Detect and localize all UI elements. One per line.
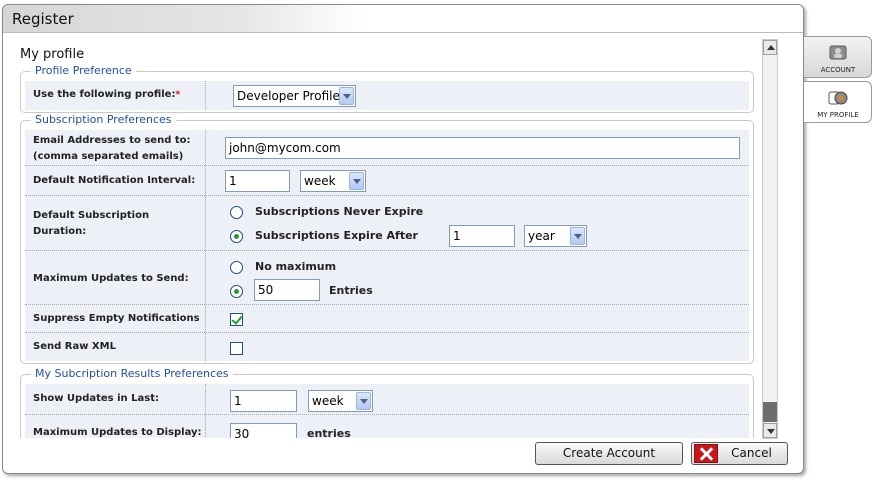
form-scroll-area: My profile Profile Preference Use the fo… — [3, 34, 758, 438]
expire-after-radio[interactable] — [230, 230, 243, 243]
tab-account[interactable]: ACCOUNT — [804, 36, 872, 78]
interval-unit-value: week — [304, 174, 336, 188]
never-expire-radio[interactable] — [230, 206, 243, 219]
email-input[interactable]: john@mycom.com — [225, 137, 740, 159]
use-profile-label: Use the following profile: — [33, 89, 176, 100]
chevron-down-icon — [349, 172, 364, 190]
no-maximum-label: No maximum — [255, 260, 337, 273]
tab-account-label: ACCOUNT — [820, 66, 856, 74]
max-display-row: Maximum Updates to Display: 30 entries — [25, 415, 749, 438]
profile-preference-legend: Profile Preference — [31, 64, 136, 78]
entries-label: Entries — [329, 284, 373, 297]
cancel-button-label: Cancel — [731, 446, 772, 460]
never-expire-label: Subscriptions Never Expire — [255, 205, 424, 218]
suppress-row: Suppress Empty Notifications — [25, 305, 749, 333]
max-updates-input[interactable]: 50 — [254, 279, 320, 301]
account-icon — [829, 45, 847, 60]
max-value-radio[interactable] — [230, 285, 243, 298]
show-updates-label: Show Updates in Last: — [33, 393, 159, 404]
show-updates-unit-value: week — [312, 394, 344, 408]
show-updates-unit-select[interactable]: week — [308, 390, 373, 412]
raw-xml-row: Send Raw XML — [25, 333, 749, 361]
profile-row: Use the following profile:* Developer Pr… — [25, 81, 749, 110]
dialog-title: Register — [3, 5, 803, 33]
no-maximum-radio[interactable] — [230, 261, 243, 274]
suppress-checkbox[interactable] — [230, 313, 243, 326]
suppress-label: Suppress Empty Notifications — [33, 313, 200, 324]
tab-my-profile[interactable]: MY PROFILE — [804, 81, 872, 123]
email-hint: (comma separated emails) — [33, 151, 184, 162]
expire-unit-select[interactable]: year — [524, 225, 587, 247]
interval-input[interactable]: 1 — [225, 170, 290, 192]
scrollbar-thumb[interactable] — [763, 402, 777, 422]
profile-select-value: Developer Profile — [237, 89, 340, 103]
subscription-preferences-legend: Subscription Preferences — [31, 113, 176, 127]
vertical-scrollbar[interactable] — [762, 39, 778, 439]
profile-select[interactable]: Developer Profile — [233, 85, 356, 107]
page-title: My profile — [20, 47, 85, 62]
results-preferences-legend: My Subcription Results Preferences — [31, 367, 233, 381]
email-row: Email Addresses to send to: (comma separ… — [25, 130, 749, 166]
register-dialog: Register My profile Profile Preference U… — [2, 4, 804, 474]
max-display-input[interactable]: 30 — [230, 423, 297, 438]
show-updates-input[interactable]: 1 — [230, 390, 297, 412]
scroll-up-icon[interactable] — [763, 40, 777, 55]
subscription-preferences-group: Subscription Preferences Email Addresses… — [20, 113, 754, 364]
expire-unit-value: year — [528, 229, 555, 243]
create-account-button[interactable]: Create Account — [535, 442, 683, 465]
expire-after-input[interactable]: 1 — [449, 225, 515, 247]
required-mark: * — [175, 90, 181, 100]
max-display-entries-label: entries — [307, 427, 351, 438]
max-updates-row: Maximum Updates to Send: No maximum 50 E… — [25, 251, 749, 305]
duration-row: Default Subscription Duration: Subscript… — [25, 196, 749, 251]
chevron-down-icon — [570, 227, 585, 245]
profile-preference-group: Profile Preference Use the following pro… — [20, 64, 754, 113]
duration-label-2: Duration: — [33, 226, 87, 237]
tab-my-profile-label: MY PROFILE — [817, 111, 859, 119]
max-display-label: Maximum Updates to Display: — [33, 427, 202, 438]
expire-after-label: Subscriptions Expire After — [255, 229, 418, 242]
max-updates-label: Maximum Updates to Send: — [33, 273, 189, 284]
email-label: Email Addresses to send to: — [33, 135, 191, 146]
close-icon — [694, 444, 718, 463]
interval-row: Default Notification Interval: 1 week — [25, 166, 749, 196]
scroll-down-icon[interactable] — [763, 423, 777, 438]
show-updates-row: Show Updates in Last: 1 week — [25, 384, 749, 415]
interval-unit-select[interactable]: week — [300, 170, 366, 192]
chevron-down-icon — [356, 392, 371, 410]
interval-label: Default Notification Interval: — [33, 175, 196, 186]
raw-xml-label: Send Raw XML — [33, 341, 116, 352]
profile-icon — [828, 91, 848, 105]
cancel-button[interactable]: Cancel — [691, 442, 788, 465]
raw-xml-checkbox[interactable] — [230, 342, 243, 355]
results-preferences-group: My Subcription Results Preferences Show … — [20, 367, 754, 438]
chevron-down-icon — [339, 87, 354, 105]
duration-label: Default Subscription — [33, 210, 150, 221]
